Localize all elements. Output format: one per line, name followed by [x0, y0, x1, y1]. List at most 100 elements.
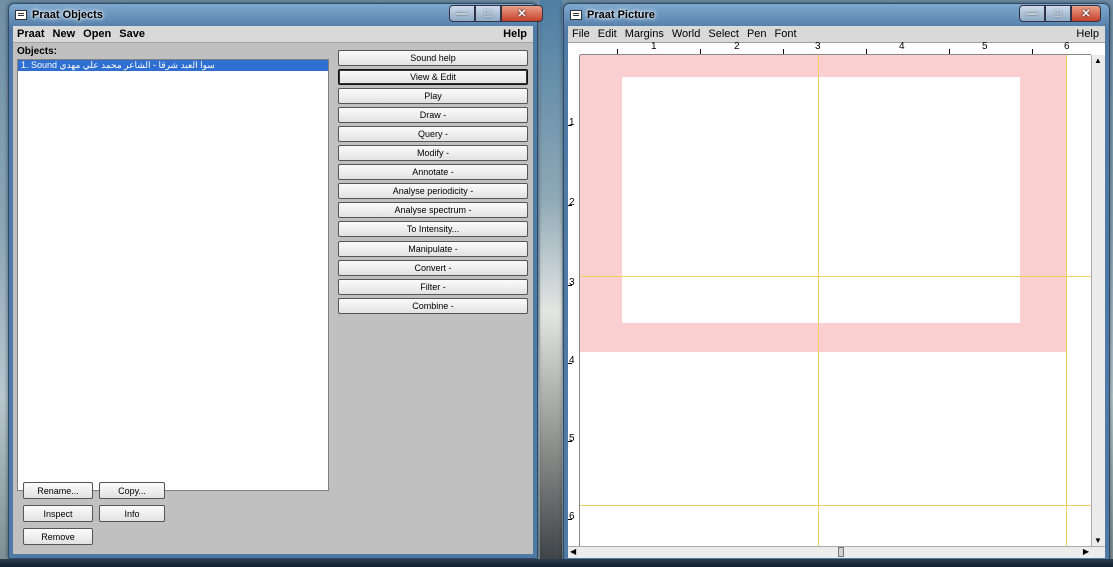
close-button[interactable]: ✕ [501, 5, 543, 22]
menu-font[interactable]: Font [775, 28, 797, 40]
ruler-label: 6 [1064, 41, 1070, 52]
ruler-tick [568, 363, 572, 364]
praat-objects-window: Praat Objects — □ ✕ Praat New Open Save … [8, 3, 543, 559]
scroll-thumb[interactable] [838, 547, 844, 557]
picture-canvas[interactable]: 1 2 3 4 5 6 1 2 3 4 5 6 ▲ ▼ ◀ ▶ [568, 41, 1105, 558]
ruler-tick [866, 49, 867, 54]
ruler-label: 5 [569, 433, 575, 444]
taskbar [0, 559, 1113, 567]
app-icon [15, 10, 27, 20]
analyse-spectrum-button[interactable]: Analyse spectrum - [338, 202, 528, 218]
ruler-label: 3 [815, 41, 821, 52]
minimize-button[interactable]: — [1019, 5, 1045, 22]
ruler-label: 1 [569, 117, 575, 128]
minimize-button[interactable]: — [449, 5, 475, 22]
ruler-tick [568, 125, 572, 126]
menu-select[interactable]: Select [708, 28, 739, 40]
desktop-background [540, 0, 562, 567]
horizontal-scrollbar[interactable]: ◀ ▶ [568, 546, 1105, 558]
menu-help[interactable]: Help [1076, 28, 1099, 40]
maximize-button[interactable]: □ [1045, 5, 1071, 22]
convert-button[interactable]: Convert - [338, 260, 528, 276]
guide-line-vertical [818, 55, 819, 546]
viewport-inner-area [622, 77, 1020, 323]
menu-new[interactable]: New [53, 28, 76, 40]
picture-client-area: File Edit Margins World Select Pen Font … [568, 26, 1105, 558]
menu-world[interactable]: World [672, 28, 701, 40]
sound-help-button[interactable]: Sound help [338, 50, 528, 66]
copy-button[interactable]: Copy... [99, 482, 165, 499]
close-icon: ✕ [517, 8, 527, 20]
menu-open[interactable]: Open [83, 28, 111, 40]
scroll-up-icon[interactable]: ▲ [1094, 56, 1102, 65]
menu-praat[interactable]: Praat [17, 28, 45, 40]
remove-button[interactable]: Remove [23, 528, 93, 545]
caption-buttons: — □ ✕ [449, 5, 543, 22]
menu-file[interactable]: File [572, 28, 590, 40]
maximize-button[interactable]: □ [475, 5, 501, 22]
ruler-tick [700, 49, 701, 54]
ruler-label: 2 [734, 41, 740, 52]
menu-edit[interactable]: Edit [598, 28, 617, 40]
guide-line-horizontal [580, 505, 1091, 506]
ruler-tick [783, 49, 784, 54]
ruler-tick [1032, 49, 1033, 54]
filter-button[interactable]: Filter - [338, 279, 528, 295]
minimize-icon: — [1026, 7, 1038, 20]
to-intensity-button[interactable]: To Intensity... [338, 221, 528, 237]
modify-button[interactable]: Modify - [338, 145, 528, 161]
ruler-tick [949, 49, 950, 54]
objects-menubar: Praat New Open Save Help [13, 26, 533, 43]
guide-line-vertical [1066, 55, 1067, 546]
list-item[interactable]: 1. Sound سوا العبد شرقا - الشاعر محمد عل… [18, 60, 328, 71]
ruler-tick [568, 205, 572, 206]
objects-list[interactable]: 1. Sound سوا العبد شرقا - الشاعر محمد عل… [17, 59, 329, 491]
close-icon: ✕ [1081, 8, 1091, 20]
ruler-label: 4 [569, 355, 575, 366]
scroll-right-icon[interactable]: ▶ [1083, 547, 1089, 556]
guide-line-horizontal [580, 276, 1091, 277]
praat-picture-window: Praat Picture — □ ✕ File Edit Margins Wo… [563, 3, 1110, 563]
objects-label: Objects: [17, 46, 58, 57]
analyse-periodicity-button[interactable]: Analyse periodicity - [338, 183, 528, 199]
ruler-tick [617, 49, 618, 54]
horizontal-ruler: 1 2 3 4 5 6 [580, 41, 1091, 55]
ruler-label: 2 [569, 197, 575, 208]
vertical-scrollbar[interactable]: ▲ ▼ [1091, 55, 1105, 546]
menu-help[interactable]: Help [503, 28, 527, 40]
maximize-icon: □ [484, 7, 492, 20]
menu-margins[interactable]: Margins [625, 28, 664, 40]
info-button[interactable]: Info [99, 505, 165, 522]
picture-menubar: File Edit Margins World Select Pen Font … [568, 26, 1105, 43]
dynamic-action-buttons: Sound help View & Edit Play Draw - Query… [338, 50, 528, 317]
ruler-label: 4 [899, 41, 905, 52]
draw-button[interactable]: Draw - [338, 107, 528, 123]
rename-button[interactable]: Rename... [23, 482, 93, 499]
menu-pen[interactable]: Pen [747, 28, 767, 40]
ruler-label: 6 [569, 511, 575, 522]
query-button[interactable]: Query - [338, 126, 528, 142]
ruler-label: 3 [569, 277, 575, 288]
scroll-left-icon[interactable]: ◀ [570, 547, 576, 556]
view-edit-button[interactable]: View & Edit [338, 69, 528, 85]
annotate-button[interactable]: Annotate - [338, 164, 528, 180]
inspect-button[interactable]: Inspect [23, 505, 93, 522]
window-title: Praat Picture [587, 9, 655, 21]
ruler-tick [568, 519, 572, 520]
picture-titlebar[interactable]: Praat Picture — □ ✕ [564, 4, 1109, 26]
play-button[interactable]: Play [338, 88, 528, 104]
objects-titlebar[interactable]: Praat Objects — □ ✕ [9, 4, 543, 26]
close-button[interactable]: ✕ [1071, 5, 1101, 22]
vertical-ruler: 1 2 3 4 5 6 [568, 55, 580, 546]
ruler-tick [568, 285, 572, 286]
caption-buttons: — □ ✕ [1019, 5, 1101, 22]
window-title: Praat Objects [32, 9, 103, 21]
menu-save[interactable]: Save [119, 28, 145, 40]
app-icon [570, 10, 582, 20]
combine-button[interactable]: Combine - [338, 298, 528, 314]
manipulate-button[interactable]: Manipulate - [338, 241, 528, 257]
maximize-icon: □ [1054, 7, 1062, 20]
scroll-down-icon[interactable]: ▼ [1094, 536, 1102, 545]
minimize-icon: — [456, 7, 468, 20]
objects-client-area: Praat New Open Save Help Objects: 1. Sou… [13, 26, 533, 554]
